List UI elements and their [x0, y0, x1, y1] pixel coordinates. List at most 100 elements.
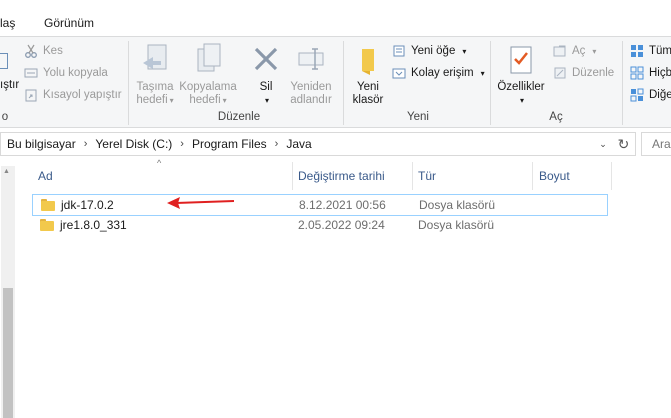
open-icon	[553, 44, 567, 58]
paste-shortcut-button[interactable]: Kısayol yapıştır	[24, 85, 122, 105]
copy-to-button[interactable]: Kopyalama hedefi ▾	[178, 43, 238, 107]
rename-label-2: adlandır	[290, 94, 332, 106]
paste-shortcut-label: Kısayol yapıştır	[43, 89, 122, 101]
group-divider	[490, 41, 491, 125]
chevron-right-icon[interactable]: ›	[180, 138, 184, 150]
column-divider[interactable]	[611, 162, 612, 190]
ribbon-tab-bar: laş Görünüm	[0, 0, 671, 36]
scissors-icon	[24, 44, 38, 58]
group-divider	[622, 41, 623, 125]
new-group-label: Yeni	[407, 111, 429, 123]
paste-icon	[0, 53, 8, 69]
copy-to-label-2: hedefi	[189, 94, 221, 106]
nav-scrollbar-thumb[interactable]	[3, 288, 13, 418]
edit-button[interactable]: Düzenle	[553, 63, 614, 83]
file-row-jdk[interactable]: jdk-17.0.2 8.12.2021 00:56 Dosya klasörü	[32, 194, 608, 216]
file-row-jre[interactable]: jre1.8.0_331 2.05.2022 09:24 Dosya klasö…	[32, 215, 608, 237]
refresh-icon: ↻	[617, 135, 630, 152]
group-divider	[128, 41, 129, 125]
file-name: jre1.8.0_331	[60, 218, 127, 232]
red-arrow-annotation	[167, 197, 235, 209]
breadcrumb-local-disk[interactable]: Yerel Disk (C:)	[95, 137, 172, 151]
rename-icon	[295, 43, 327, 77]
move-to-label: Taşıma	[136, 81, 174, 93]
address-bar[interactable]: Bu bilgisayar › Yerel Disk (C:) › Progra…	[0, 132, 636, 156]
chevron-down-icon: ▾	[264, 96, 269, 105]
file-name: jdk-17.0.2	[61, 198, 114, 212]
address-history-dropdown[interactable]: ⌄	[594, 132, 612, 156]
select-all-icon	[630, 44, 644, 58]
cut-button[interactable]: Kes	[24, 41, 63, 61]
search-input[interactable]: Ara	[641, 132, 671, 156]
column-header-size[interactable]: Boyut	[533, 162, 611, 190]
chevron-down-icon: ▾	[480, 68, 485, 78]
select-all-button[interactable]: Tüm	[630, 41, 671, 61]
search-placeholder: Ara	[652, 137, 671, 151]
clipboard-group-label: o	[1, 111, 9, 123]
tab-share[interactable]: laş	[0, 16, 15, 30]
open-label: Aç	[572, 45, 586, 57]
file-name-cell: jdk-17.0.2	[41, 195, 114, 215]
select-none-icon	[630, 66, 644, 80]
cut-label: Kes	[43, 45, 63, 57]
breadcrumb-java[interactable]: Java	[286, 137, 311, 151]
new-item-button[interactable]: Yeni öğe ▾	[392, 41, 466, 61]
new-item-label: Yeni öğe	[411, 45, 456, 57]
file-type: Dosya klasörü	[419, 198, 496, 212]
edit-icon	[553, 66, 567, 80]
copy-path-button[interactable]: Yolu kopyala	[24, 63, 108, 83]
chevron-down-icon: ⌄	[599, 138, 607, 149]
chevron-right-icon[interactable]: ›	[275, 138, 279, 150]
new-item-icon	[392, 44, 406, 58]
select-none-button[interactable]: Hiçb	[630, 63, 671, 83]
column-header-type[interactable]: Tür	[412, 162, 532, 190]
file-type: Dosya klasörü	[418, 218, 495, 232]
copy-to-label: Kopyalama	[179, 81, 237, 93]
tab-view[interactable]: Görünüm	[44, 16, 94, 30]
move-to-label-2: hedefi	[136, 94, 168, 106]
properties-button[interactable]: Özellikler ▾	[494, 43, 548, 107]
invert-selection-button[interactable]: Diğe	[630, 85, 671, 105]
file-name-cell: jre1.8.0_331	[40, 215, 127, 235]
move-to-button[interactable]: Taşıma hedefi ▾	[134, 43, 176, 107]
paste-button[interactable]	[0, 51, 9, 71]
easy-access-button[interactable]: Kolay erişim ▾	[392, 63, 485, 83]
group-divider	[343, 41, 344, 125]
properties-icon	[505, 43, 537, 77]
paste-text: ıştır	[0, 79, 20, 91]
close-icon	[250, 43, 282, 77]
open-button[interactable]: Aç ▾	[553, 41, 596, 61]
paste-label: ıştır	[0, 75, 19, 95]
new-folder-label-2: klasör	[352, 94, 384, 106]
folder-icon	[41, 199, 55, 211]
scroll-up-icon[interactable]: ▲	[3, 168, 10, 175]
chevron-down-icon: ▾	[462, 46, 467, 56]
properties-label: Özellikler	[497, 81, 545, 93]
chevron-down-icon: ▾	[222, 96, 227, 105]
rename-button[interactable]: Yeniden adlandır	[288, 43, 334, 107]
copy-path-label: Yolu kopyala	[43, 67, 108, 79]
organize-group-label: Düzenle	[217, 111, 261, 123]
open-group-label: Aç	[549, 111, 563, 123]
file-date: 2.05.2022 09:24	[298, 218, 385, 232]
delete-label: Sil	[259, 81, 273, 93]
breadcrumb-program-files[interactable]: Program Files	[192, 137, 267, 151]
invert-selection-icon	[630, 88, 644, 102]
copy-path-icon	[24, 66, 38, 80]
column-header-name[interactable]: Ad	[32, 162, 292, 190]
file-date: 8.12.2021 00:56	[299, 198, 386, 212]
easy-access-icon	[392, 66, 406, 80]
paste-shortcut-icon	[24, 88, 38, 102]
refresh-button[interactable]: ↻	[612, 132, 636, 156]
chevron-down-icon: ▾	[519, 96, 524, 105]
copy-to-icon	[192, 43, 224, 77]
new-folder-label: Yeni	[357, 81, 379, 93]
delete-button[interactable]: Sil ▾	[250, 43, 282, 107]
move-to-icon	[139, 43, 171, 77]
new-folder-button[interactable]: Yeni klasör	[348, 43, 388, 107]
column-header-date[interactable]: Değiştirme tarihi	[292, 162, 412, 190]
breadcrumb-this-pc[interactable]: Bu bilgisayar	[7, 137, 76, 151]
chevron-right-icon[interactable]: ›	[84, 138, 88, 150]
folder-icon	[40, 219, 54, 231]
rename-label: Yeniden	[290, 81, 332, 93]
